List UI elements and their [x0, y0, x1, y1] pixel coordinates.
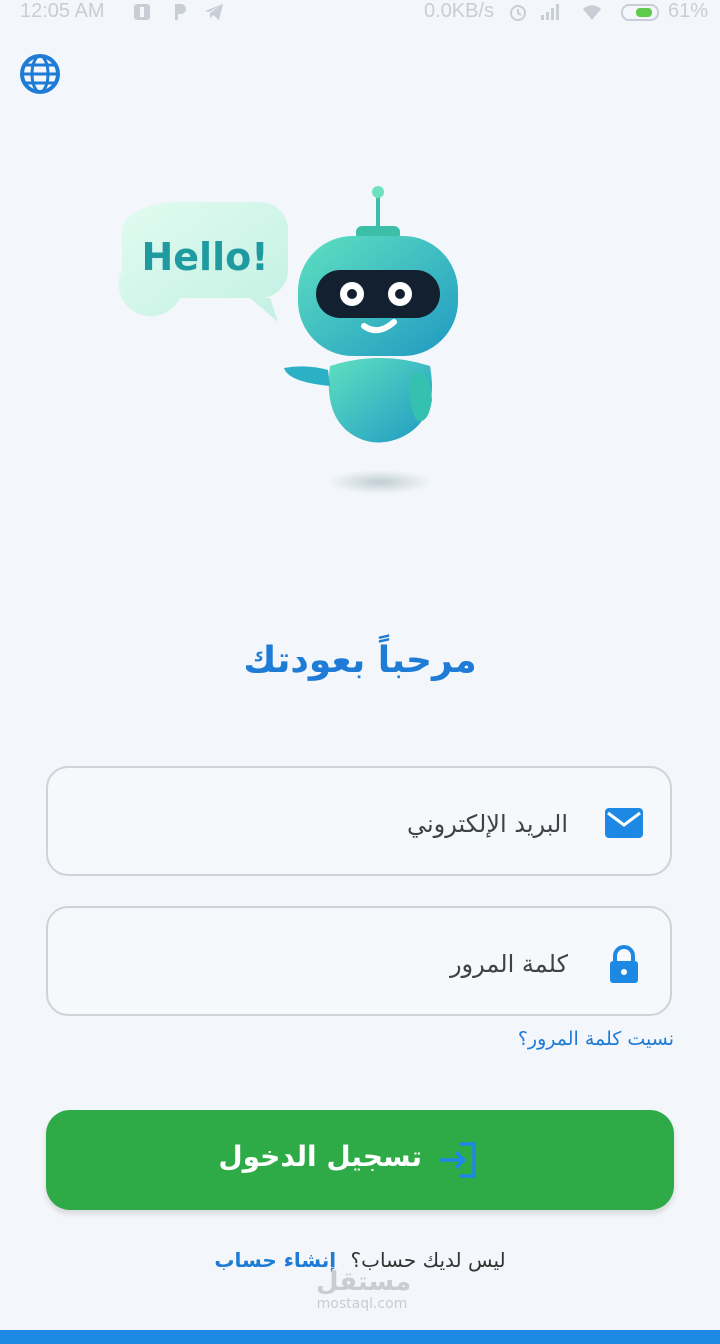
- speech-bubble-text: Hello!: [141, 235, 268, 279]
- email-field[interactable]: [46, 766, 672, 876]
- network-speed: 0.0KB/s: [424, 0, 495, 22]
- login-screen: 12:05 AM 0.0KB/s 61% Hello! مرحباً بعودت…: [0, 0, 720, 1344]
- mail-icon: [605, 808, 643, 838]
- forgot-password-link[interactable]: نسيت كلمة المرور؟: [518, 1028, 674, 1050]
- login-button-label: تسجيل الدخول: [218, 1140, 422, 1173]
- watermark-latin: mostaql.com: [316, 1296, 408, 1312]
- lock-icon: [610, 945, 638, 983]
- status-bar: 12:05 AM 0.0KB/s 61%: [0, 0, 720, 26]
- globe-icon[interactable]: [18, 52, 62, 96]
- login-button[interactable]: تسجيل الدخول: [46, 1110, 674, 1210]
- email-input[interactable]: [86, 798, 570, 850]
- telegram-icon: [205, 4, 223, 20]
- parking-icon: [175, 4, 186, 20]
- welcome-title: مرحباً بعودتك: [243, 640, 477, 681]
- notification-icon: [134, 4, 150, 20]
- battery-icon: [621, 4, 659, 21]
- watermark-arabic: مستقل: [316, 1267, 412, 1297]
- signal-icon: [541, 4, 559, 20]
- wifi-icon: [583, 5, 601, 20]
- login-icon: [440, 1142, 476, 1178]
- password-field[interactable]: [46, 906, 672, 1016]
- bottom-bar: [0, 1330, 720, 1344]
- password-input[interactable]: [86, 938, 570, 990]
- robot-illustration: Hello!: [118, 186, 458, 494]
- alarm-icon: [510, 5, 526, 21]
- mostaql-watermark: مستقل mostaql.com: [316, 1267, 412, 1318]
- battery-percent: 61%: [668, 0, 709, 22]
- status-time: 12:05 AM: [20, 0, 105, 22]
- speech-bubble: Hello!: [118, 202, 288, 322]
